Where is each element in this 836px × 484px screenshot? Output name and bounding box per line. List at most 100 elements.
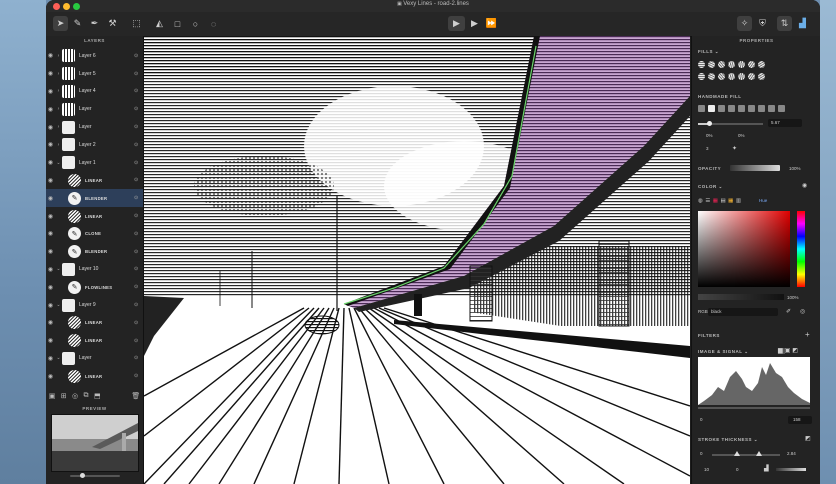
- fast-forward-button[interactable]: ⏩: [484, 16, 499, 31]
- link-icon[interactable]: ⊙: [134, 249, 143, 255]
- visibility-eye-icon[interactable]: ◉: [46, 124, 55, 131]
- chevron-right-icon[interactable]: ›: [55, 88, 62, 94]
- link-icon[interactable]: ⊙: [134, 338, 143, 344]
- hue-slider[interactable]: [797, 211, 805, 287]
- layer-row[interactable]: ◉ ⌄ Layer 9 ⊙: [46, 296, 143, 314]
- mask-icon[interactable]: ⊙: [134, 88, 143, 94]
- fill-type-icon[interactable]: [708, 61, 715, 68]
- layer-row[interactable]: ◉ › Layer ⊙: [46, 118, 143, 136]
- visibility-eye-icon[interactable]: ◉: [46, 141, 55, 148]
- fill-type-icon[interactable]: [758, 61, 765, 68]
- mask-icon[interactable]: ⊙: [134, 302, 143, 308]
- mask-icon[interactable]: ⊙: [134, 71, 143, 77]
- alpha-slider[interactable]: [698, 294, 784, 300]
- mask-icon[interactable]: ⊙: [134, 266, 143, 272]
- fill-row[interactable]: ◉ LINEAR ⊙: [46, 207, 143, 225]
- levels-slider[interactable]: [698, 407, 810, 409]
- chevron-right-icon[interactable]: ›: [55, 142, 62, 148]
- layer-row[interactable]: ◉ › Layer ⊙: [46, 100, 143, 118]
- image-palette-icon[interactable]: ▦: [728, 198, 736, 204]
- mask-icon[interactable]: ⊙: [134, 53, 143, 59]
- visibility-eye-icon[interactable]: ◉: [46, 319, 55, 326]
- mask-icon[interactable]: ⊙: [134, 355, 143, 361]
- chevron-down-icon[interactable]: ⌄: [55, 355, 62, 361]
- opacity-slider[interactable]: [730, 165, 780, 171]
- link-icon[interactable]: ⊙: [134, 177, 143, 183]
- fill-type-icon[interactable]: [728, 73, 735, 80]
- lasso-tool-button[interactable]: ◌: [206, 16, 221, 31]
- wand-icon[interactable]: ✦: [732, 145, 737, 152]
- chevron-right-icon[interactable]: ›: [55, 124, 62, 130]
- transform-tool-button[interactable]: ⬚: [129, 16, 144, 31]
- image-icon[interactable]: ▣: [49, 392, 56, 400]
- layer-row[interactable]: ◉ ⌄ Layer 10 ⊙: [46, 261, 143, 279]
- link-icon[interactable]: ⊙: [134, 195, 143, 201]
- layer-row[interactable]: ◉ ⌄ Layer 1 ⊙: [46, 154, 143, 172]
- fill-row[interactable]: ◉ LINEAR ⊙: [46, 172, 143, 190]
- artwork-canvas[interactable]: [144, 36, 690, 484]
- duplicate-icon[interactable]: ⧉: [84, 392, 89, 400]
- layer-row[interactable]: ◉ ⌄ Layer ⊙: [46, 350, 143, 368]
- layer-row[interactable]: ◉ › Layer 2 ⊙: [46, 136, 143, 154]
- fill-type-icon[interactable]: [748, 73, 755, 80]
- visibility-eye-icon[interactable]: ◉: [46, 373, 55, 380]
- run-button[interactable]: ▶: [448, 16, 465, 31]
- mask-icon[interactable]: ⊙: [134, 160, 143, 166]
- hue-mode-label[interactable]: Hue: [759, 198, 767, 203]
- ellipse-tool-button[interactable]: ○: [188, 16, 203, 31]
- magic-wand-button[interactable]: ✧: [737, 16, 752, 31]
- fill-type-icon[interactable]: [698, 73, 705, 80]
- fill-type-icon[interactable]: [738, 73, 745, 80]
- visibility-eye-icon[interactable]: ◉: [46, 248, 55, 255]
- link-icon[interactable]: ⊙: [134, 320, 143, 326]
- fill-type-icon[interactable]: [728, 61, 735, 68]
- handmade-fill-icon[interactable]: [718, 105, 725, 112]
- fill-row[interactable]: ◉ ✎ BLENDER ⊙: [46, 189, 143, 208]
- visibility-eye-icon[interactable]: ◉: [46, 177, 55, 184]
- handmade-fill-icon[interactable]: [768, 105, 775, 112]
- visibility-eye-icon[interactable]: ◉: [46, 70, 55, 77]
- swatches-icon[interactable]: ▤: [720, 198, 728, 204]
- chevron-right-icon[interactable]: ›: [55, 106, 62, 112]
- mask-icon[interactable]: ⊙: [134, 142, 143, 148]
- layer-row[interactable]: ◉ › Layer 5 ⊙: [46, 65, 143, 83]
- chevron-down-icon[interactable]: ⌄: [55, 160, 62, 166]
- add-fill-icon[interactable]: ◎: [72, 392, 78, 400]
- fill-row[interactable]: ◉ ✎ BLENDER ⊙: [46, 243, 143, 261]
- handmade-fill-icon[interactable]: [758, 105, 765, 112]
- slider-mode-icon[interactable]: ☰: [705, 198, 712, 204]
- handmade-fill-icon[interactable]: [748, 105, 755, 112]
- visibility-eye-icon[interactable]: ◉: [46, 337, 55, 344]
- visibility-eye-icon[interactable]: ◉: [46, 159, 55, 166]
- visibility-eye-icon[interactable]: ◉: [46, 52, 55, 59]
- handmade-fill-icon[interactable]: [778, 105, 785, 112]
- pen-tool-button[interactable]: ✎: [70, 16, 85, 31]
- fill-row[interactable]: ◉ LINEAR ⊙: [46, 332, 143, 350]
- fill-type-icon[interactable]: [738, 61, 745, 68]
- fill-type-icon[interactable]: [758, 73, 765, 80]
- link-icon[interactable]: ⊙: [134, 373, 143, 379]
- main-parameter-slider[interactable]: [698, 121, 763, 126]
- chart-icon[interactable]: ▟: [764, 465, 769, 472]
- handmade-fill-icon[interactable]: [698, 105, 705, 112]
- fill-row[interactable]: ◉ LINEAR ⊙: [46, 314, 143, 332]
- mask-icon[interactable]: ⊙: [134, 124, 143, 130]
- chevron-right-icon[interactable]: ›: [55, 53, 62, 59]
- fill-bucket-tool-button[interactable]: ◭: [152, 16, 167, 31]
- fill-type-icon[interactable]: [748, 61, 755, 68]
- chevron-right-icon[interactable]: ›: [55, 71, 62, 77]
- chevron-down-icon[interactable]: ⌄: [55, 302, 62, 308]
- visibility-eye-icon[interactable]: ◉: [46, 284, 55, 291]
- fill-type-icon[interactable]: [698, 61, 705, 68]
- chart-button[interactable]: ▟: [795, 16, 810, 31]
- visibility-eye-icon[interactable]: ◉: [46, 302, 55, 309]
- visibility-eye-icon[interactable]: ◉: [46, 213, 55, 220]
- color-settings-icon[interactable]: ◉: [802, 182, 807, 189]
- stroke-thickness-slider[interactable]: [712, 451, 780, 456]
- visibility-eye-icon[interactable]: ◉: [46, 355, 55, 362]
- fill-type-icon[interactable]: [718, 73, 725, 80]
- visibility-eye-icon[interactable]: ◉: [46, 266, 55, 273]
- color-history-icon[interactable]: ◎: [800, 308, 805, 315]
- visibility-eye-icon[interactable]: ◉: [46, 88, 55, 95]
- stroke-settings-icon[interactable]: ◩: [805, 435, 811, 442]
